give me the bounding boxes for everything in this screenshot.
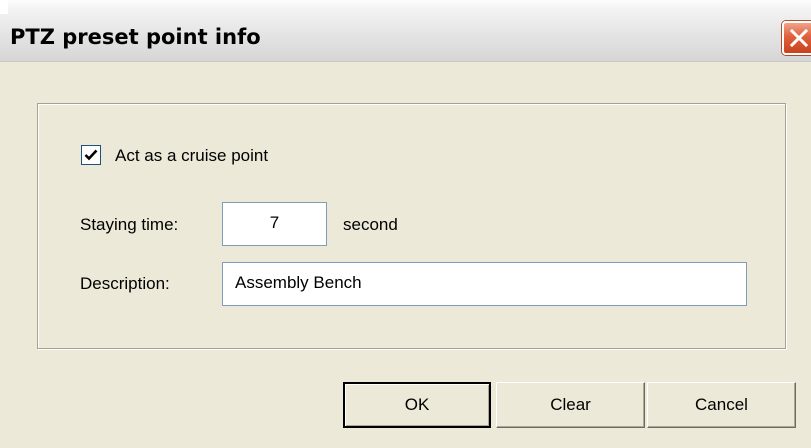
close-icon xyxy=(789,28,809,48)
clear-button[interactable]: Clear xyxy=(496,382,645,428)
title-bar[interactable]: PTZ preset point info xyxy=(0,0,811,62)
ptz-preset-dialog: PTZ preset point info Act as a cruise po… xyxy=(0,0,811,448)
dialog-title: PTZ preset point info xyxy=(10,25,261,49)
title-bar-edge xyxy=(0,0,8,14)
cruise-point-checkbox[interactable] xyxy=(81,145,101,165)
staying-time-input[interactable]: 7 xyxy=(222,202,327,246)
description-label: Description: xyxy=(80,274,170,293)
staying-time-value: 7 xyxy=(269,213,280,232)
cancel-button[interactable]: Cancel xyxy=(647,382,796,428)
description-value: Assembly Bench xyxy=(235,273,362,292)
staying-time-unit: second xyxy=(343,215,398,234)
ok-button[interactable]: OK xyxy=(343,382,491,428)
cruise-point-label[interactable]: Act as a cruise point xyxy=(115,146,268,166)
close-button[interactable] xyxy=(782,21,811,55)
description-input[interactable]: Assembly Bench xyxy=(222,262,747,306)
checkmark-icon xyxy=(84,149,98,161)
staying-time-label: Staying time: xyxy=(80,215,179,234)
